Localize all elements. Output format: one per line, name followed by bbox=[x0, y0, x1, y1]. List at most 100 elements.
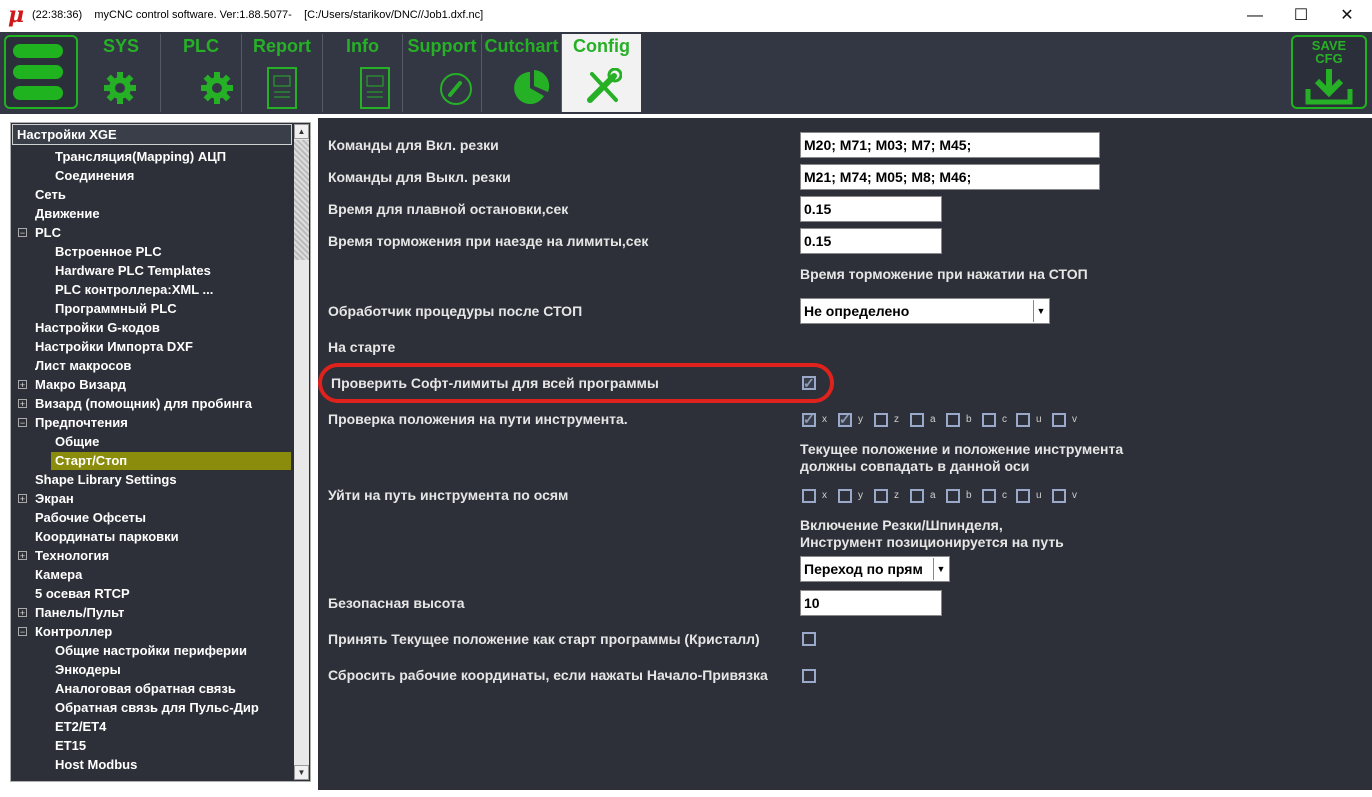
path-check-z-checkbox[interactable] bbox=[874, 413, 888, 427]
accept-pos-checkbox[interactable] bbox=[802, 632, 816, 646]
tree-item-rtcp[interactable]: 5 осевая RTCP bbox=[35, 585, 130, 603]
cut-on-input[interactable]: M20; M71; M03; M7; M45; bbox=[800, 132, 1100, 158]
path-check-u-checkbox[interactable] bbox=[1016, 413, 1030, 427]
tab-sys[interactable]: SYS bbox=[82, 34, 160, 112]
minimize-button[interactable]: — bbox=[1232, 0, 1278, 32]
pie-chart-icon bbox=[514, 70, 550, 104]
tree-item-parking[interactable]: Координаты парковки bbox=[35, 528, 179, 546]
tree-item-plc-xml[interactable]: PLC контроллера:XML ... bbox=[55, 281, 213, 299]
tree-item-shape-library[interactable]: Shape Library Settings bbox=[35, 471, 177, 489]
maximize-button[interactable]: ☐ bbox=[1278, 0, 1324, 32]
window-title: (22:38:36) myCNC control software. Ver:1… bbox=[32, 9, 484, 21]
tab-report[interactable]: Report bbox=[242, 34, 322, 112]
expand-icon[interactable]: + bbox=[18, 551, 27, 561]
tree-item-analog-feedback[interactable]: Аналоговая обратная связь bbox=[55, 680, 236, 698]
goto-path-v-checkbox[interactable] bbox=[1052, 489, 1066, 503]
goto-path-y-checkbox[interactable] bbox=[838, 489, 852, 503]
after-stop-value: Не определено bbox=[804, 303, 910, 319]
tree-item-macro-list[interactable]: Лист макросов bbox=[35, 357, 131, 375]
tab-label: Config bbox=[573, 36, 630, 56]
tree-item-host-modbus[interactable]: Host Modbus bbox=[55, 756, 137, 774]
tab-label: Report bbox=[253, 36, 311, 56]
tab-cutchart[interactable]: Cutchart bbox=[482, 34, 561, 112]
smooth-stop-input[interactable]: 0.15 bbox=[800, 196, 942, 222]
axis-label: y bbox=[858, 414, 863, 425]
axis-label: c bbox=[1002, 414, 1007, 425]
tree-item-panel[interactable]: Панель/Пульт bbox=[35, 604, 124, 622]
path-check-a-checkbox[interactable] bbox=[910, 413, 924, 427]
scroll-thumb[interactable] bbox=[294, 140, 309, 260]
tab-label: Cutchart bbox=[484, 36, 559, 56]
scroll-up-icon[interactable]: ▲ bbox=[294, 124, 309, 139]
tree-item-plc[interactable]: PLC bbox=[35, 224, 61, 242]
expand-icon[interactable]: + bbox=[18, 399, 27, 409]
tree-item-start-stop[interactable]: Старт/Стоп bbox=[51, 452, 291, 470]
tree-item-et2-et4[interactable]: ET2/ET4 bbox=[55, 718, 106, 736]
limit-brake-input[interactable]: 0.15 bbox=[800, 228, 942, 254]
tab-support[interactable]: Support bbox=[403, 34, 481, 112]
axis-label: y bbox=[858, 490, 863, 501]
tree-item-motion[interactable]: Движение bbox=[35, 205, 100, 223]
goto-path-z-checkbox[interactable] bbox=[874, 489, 888, 503]
close-button[interactable]: ✕ bbox=[1324, 0, 1370, 32]
accept-pos-label: Принять Текущее положение как старт прог… bbox=[328, 631, 760, 647]
tree-item-probing-wizard[interactable]: Визард (помощник) для пробинга bbox=[35, 395, 252, 413]
tree-item-work-offsets[interactable]: Рабочие Офсеты bbox=[35, 509, 146, 527]
tree-item-controller[interactable]: Контроллер bbox=[35, 623, 112, 641]
tree-item-preferences[interactable]: Предпочтения bbox=[35, 414, 128, 432]
spindle-note-2: Инструмент позиционируется на путь bbox=[800, 534, 1064, 550]
menu-icon bbox=[13, 65, 63, 79]
path-check-note-2: должны совпадать в данной оси bbox=[800, 458, 1030, 474]
path-check-v-checkbox[interactable] bbox=[1052, 413, 1066, 427]
cut-off-input[interactable]: M21; M74; M05; M8; M46; bbox=[800, 164, 1100, 190]
tree-item-macro-wizard[interactable]: Макро Визард bbox=[35, 376, 126, 394]
axis-label: v bbox=[1072, 414, 1077, 425]
collapse-icon[interactable]: − bbox=[18, 627, 27, 637]
expand-icon[interactable]: + bbox=[18, 608, 27, 618]
tree-root-item[interactable]: Настройки XGE bbox=[12, 124, 292, 145]
tab-info[interactable]: Info bbox=[323, 34, 402, 112]
after-stop-select[interactable]: Не определено bbox=[800, 298, 1050, 324]
tree-item-software-plc[interactable]: Программный PLC bbox=[55, 300, 177, 318]
app-logo-icon: μ bbox=[8, 2, 25, 28]
tree-item-peripherals[interactable]: Общие настройки периферии bbox=[55, 642, 247, 660]
tree-item-camera[interactable]: Камера bbox=[35, 566, 82, 584]
collapse-icon[interactable]: − bbox=[18, 228, 27, 238]
tree-item-connections[interactable]: Соединения bbox=[55, 167, 134, 185]
scroll-down-icon[interactable]: ▼ bbox=[294, 765, 309, 780]
chevron-down-icon[interactable]: ▼ bbox=[1033, 300, 1048, 322]
save-cfg-button[interactable]: SAVE CFG bbox=[1291, 35, 1367, 109]
reset-coords-checkbox[interactable] bbox=[802, 669, 816, 683]
transition-select[interactable]: Переход по прям bbox=[800, 556, 950, 582]
tree-item-adc-mapping[interactable]: Трансляция(Mapping) АЦП bbox=[55, 148, 226, 166]
tree-item-builtin-plc[interactable]: Встроенное PLC bbox=[55, 243, 162, 261]
safe-height-input[interactable]: 10 bbox=[800, 590, 942, 616]
highlight-annotation bbox=[318, 363, 834, 403]
goto-path-b-checkbox[interactable] bbox=[946, 489, 960, 503]
chevron-down-icon[interactable]: ▼ bbox=[933, 558, 948, 580]
axis-label: b bbox=[966, 414, 972, 425]
tree-item-hw-plc-templates[interactable]: Hardware PLC Templates bbox=[55, 262, 211, 280]
tree-item-gcode-settings[interactable]: Настройки G-кодов bbox=[35, 319, 160, 337]
tree-item-dxf-import[interactable]: Настройки Импорта DXF bbox=[35, 338, 193, 356]
goto-path-c-checkbox[interactable] bbox=[982, 489, 996, 503]
tree-item-screen[interactable]: Экран bbox=[35, 490, 74, 508]
tree-item-et15[interactable]: ET15 bbox=[55, 737, 86, 755]
tree-item-general[interactable]: Общие bbox=[55, 433, 99, 451]
expand-icon[interactable]: + bbox=[18, 380, 27, 390]
tree-item-network[interactable]: Сеть bbox=[35, 186, 66, 204]
axis-label: a bbox=[930, 490, 936, 501]
expand-icon[interactable]: + bbox=[18, 494, 27, 504]
path-check-b-checkbox[interactable] bbox=[946, 413, 960, 427]
axis-label: a bbox=[930, 414, 936, 425]
path-check-c-checkbox[interactable] bbox=[982, 413, 996, 427]
tree-item-encoders[interactable]: Энкодеры bbox=[55, 661, 121, 679]
goto-path-x-checkbox[interactable] bbox=[802, 489, 816, 503]
tab-config[interactable]: Config bbox=[562, 34, 641, 112]
goto-path-u-checkbox[interactable] bbox=[1016, 489, 1030, 503]
tab-plc[interactable]: PLC bbox=[161, 34, 241, 112]
goto-path-a-checkbox[interactable] bbox=[910, 489, 924, 503]
tree-item-pulse-dir-feedback[interactable]: Обратная связь для Пульс-Дир bbox=[55, 699, 259, 717]
collapse-icon[interactable]: − bbox=[18, 418, 27, 428]
tree-item-technology[interactable]: Технология bbox=[35, 547, 109, 565]
